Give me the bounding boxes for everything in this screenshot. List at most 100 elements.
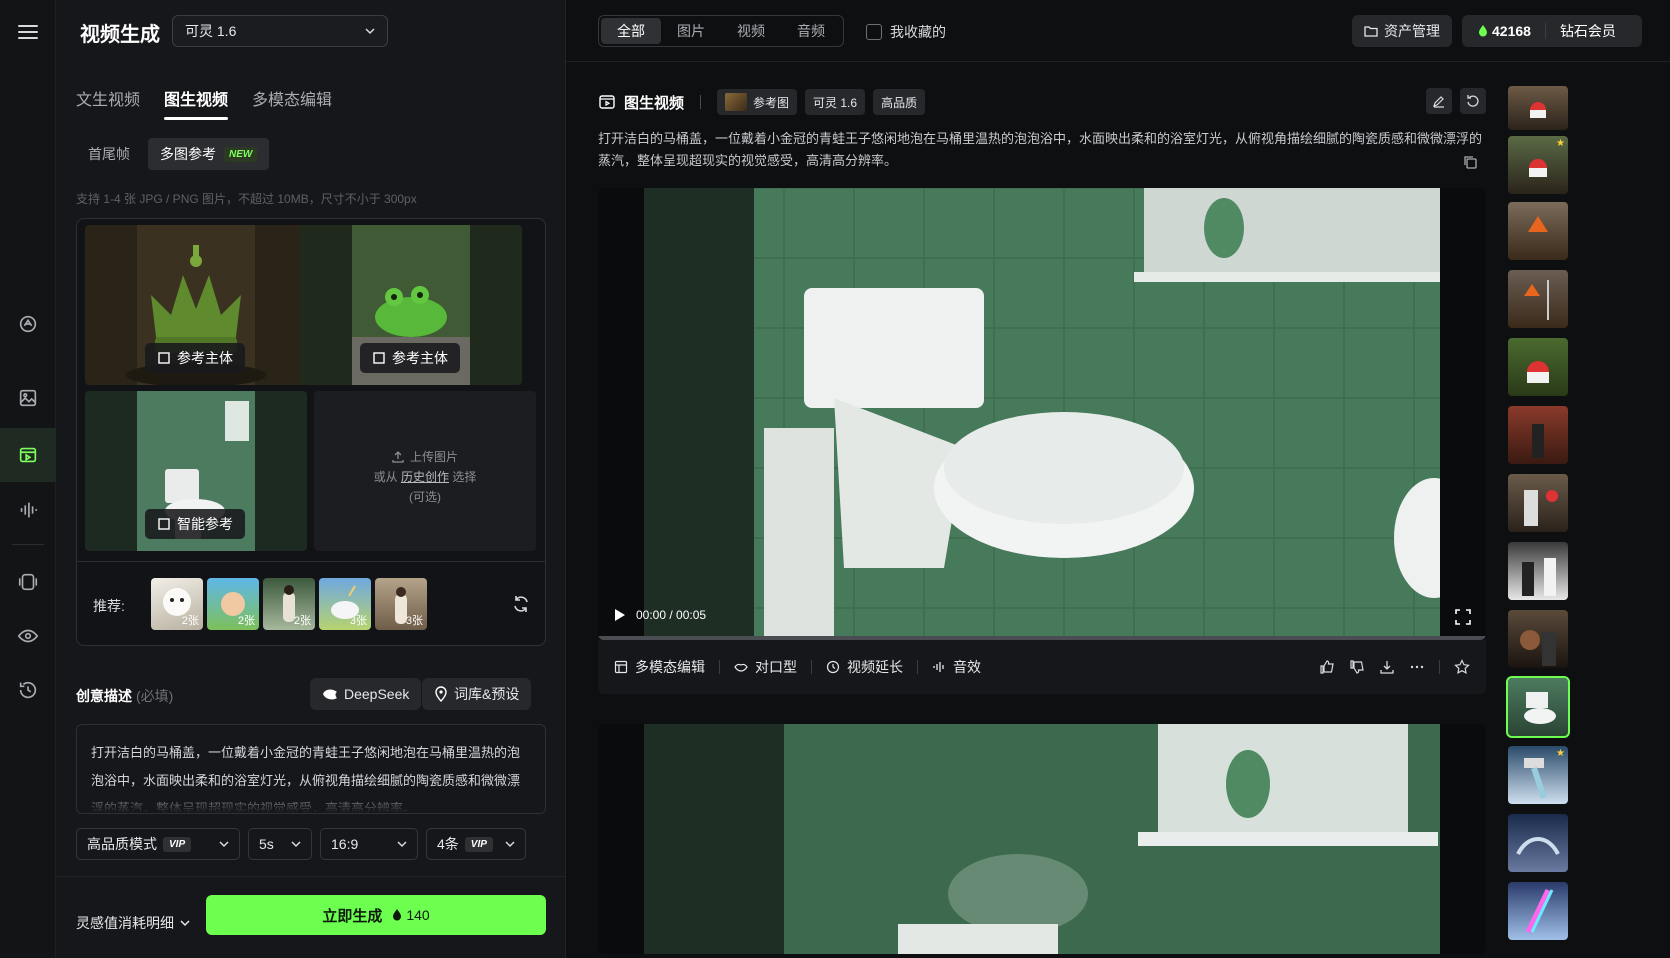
download-icon[interactable] [1379, 659, 1395, 675]
refresh-icon[interactable] [511, 594, 531, 614]
mode-tabs: 文生视频 图生视频 多模态编辑 [76, 86, 332, 120]
model-icon[interactable] [14, 568, 42, 596]
menu-icon[interactable] [16, 20, 40, 44]
star-icon[interactable] [1454, 659, 1470, 675]
reference-subject-tag[interactable]: 参考主体 [145, 343, 245, 373]
history-item[interactable] [1508, 610, 1568, 668]
audio-gen-icon[interactable] [14, 496, 42, 524]
filter-audio[interactable]: 音频 [781, 18, 841, 44]
history-item[interactable] [1508, 542, 1568, 600]
favorites-filter[interactable]: 我收藏的 [866, 22, 946, 42]
subtab-multi-image-ref[interactable]: 多图参考 NEW [148, 138, 270, 170]
sound-effect-button[interactable]: 音效 [932, 657, 981, 677]
play-icon[interactable] [612, 608, 626, 622]
subtab-first-last-frame[interactable]: 首尾帧 [76, 138, 142, 170]
chip-reference[interactable]: 参考图 [717, 89, 798, 115]
recommend-item[interactable]: 2张 [151, 578, 203, 630]
presets-button[interactable]: 词库&预设 [422, 678, 532, 710]
generate-label: 立即生成 [322, 907, 383, 925]
asset-management-button[interactable]: 资产管理 [1352, 15, 1452, 47]
history-creation-link[interactable]: 历史创作 [401, 470, 449, 484]
history-item[interactable] [1508, 338, 1568, 396]
generate-button[interactable]: 立即生成 140 [206, 895, 546, 935]
new-badge: NEW [224, 146, 258, 162]
reload-icon [1467, 95, 1479, 107]
quality-value: 高品质模式 [87, 836, 157, 852]
multimodal-edit-button[interactable]: 多模态编辑 [614, 657, 705, 677]
regenerate-button[interactable] [1460, 88, 1486, 114]
history-item[interactable] [1508, 270, 1568, 328]
history-item[interactable] [1508, 882, 1568, 940]
aspect-ratio-select[interactable]: 16:9 [320, 828, 418, 860]
upload-or-from: 或从 [373, 470, 398, 484]
copy-icon[interactable] [1462, 154, 1478, 170]
image-gen-icon[interactable] [14, 384, 42, 412]
description-textarea[interactable]: 打开洁白的马桶盖，一位戴着小金冠的青蛙王子悠闲地泡在马桶里温热的泡泡浴中，水面映… [76, 724, 546, 814]
membership-label[interactable]: 钻石会员 [1546, 21, 1630, 41]
recommend-row: 推荐: 2张 2张 2张 3张 3张 [77, 561, 545, 645]
upload-hint: 支持 1-4 张 JPG / PNG 图片，不超过 10MB，尺寸不小于 300… [76, 192, 417, 206]
reference-image-crown[interactable]: 参考主体 [85, 225, 307, 385]
deepseek-button[interactable]: DeepSeek [310, 678, 422, 710]
recommend-item[interactable]: 3张 [319, 578, 371, 630]
history-item[interactable]: ★ [1508, 746, 1568, 804]
history-item[interactable]: ★ [1508, 136, 1568, 194]
history-item[interactable] [1508, 474, 1568, 532]
favorites-checkbox[interactable] [866, 24, 882, 40]
work-header: 图生视频 参考图 可灵 1.6 高品质 [598, 88, 926, 116]
recommend-count: 2张 [237, 615, 255, 627]
fullscreen-icon[interactable] [1454, 608, 1472, 626]
count-select[interactable]: 4条 VIP [426, 828, 526, 860]
filter-all[interactable]: 全部 [601, 18, 661, 44]
reference-image-toilet[interactable]: 智能参考 [85, 391, 307, 551]
video-player[interactable]: 00:00 / 00:05 [598, 188, 1486, 640]
generate-cost: 140 [406, 907, 430, 923]
video-toolbar: 多模态编辑 对口型 视频延长 音效 [598, 640, 1486, 694]
cost-detail-toggle[interactable]: 灵感值消耗明细 [76, 913, 190, 933]
recommend-item[interactable]: 3张 [375, 578, 427, 630]
history-item[interactable] [1508, 406, 1568, 464]
history-item[interactable] [1508, 814, 1568, 872]
filter-video[interactable]: 视频 [721, 18, 781, 44]
more-icon[interactable] [1409, 659, 1425, 675]
whale-icon [323, 689, 337, 700]
duration-select[interactable]: 5s [248, 828, 312, 860]
upload-icon [392, 451, 404, 463]
app-root: 视频生成 可灵 1.6 文生视频 图生视频 多模态编辑 首尾帧 多图参考 NEW… [0, 0, 1670, 958]
eye-icon[interactable] [14, 622, 42, 650]
thumbs-up-icon[interactable] [1319, 659, 1335, 675]
upload-content: 上传图片 或从 历史创作 选择 (可选) [314, 447, 536, 507]
reference-subject-tag[interactable]: 参考主体 [360, 343, 460, 373]
history-icon[interactable] [14, 676, 42, 704]
lip-sync-button[interactable]: 对口型 [734, 657, 797, 677]
model-select[interactable]: 可灵 1.6 [172, 15, 388, 47]
description-heading: 创意描述 (必填) [76, 686, 173, 706]
history-item-selected[interactable] [1506, 676, 1570, 738]
video-extend-button[interactable]: 视频延长 [826, 657, 903, 677]
recommend-count: 3张 [405, 615, 423, 627]
video-player-2[interactable] [598, 724, 1486, 954]
reference-image-frog[interactable]: 参考主体 [300, 225, 522, 385]
edit-button[interactable] [1426, 88, 1452, 114]
upload-slot[interactable]: 上传图片 或从 历史创作 选择 (可选) [314, 391, 536, 551]
generation-options: 高品质模式 VIP 5s 16:9 4条 VIP [76, 828, 526, 860]
points-membership[interactable]: 42168 钻石会员 [1462, 15, 1642, 47]
upload-select: 选择 [452, 470, 477, 484]
recommend-item[interactable]: 2张 [263, 578, 315, 630]
filter-image[interactable]: 图片 [661, 18, 721, 44]
video-gen-icon[interactable] [0, 428, 56, 482]
image-edit-icon[interactable] [14, 310, 42, 338]
history-item[interactable] [1508, 86, 1568, 130]
quality-mode-select[interactable]: 高品质模式 VIP [76, 828, 240, 860]
results-topbar: 全部 图片 视频 音频 我收藏的 资产管理 42168 钻石会员 [566, 0, 1670, 62]
recommend-item[interactable]: 2张 [207, 578, 259, 630]
tab-image-to-video[interactable]: 图生视频 [164, 86, 229, 120]
tab-multimodal-edit[interactable]: 多模态编辑 [252, 86, 332, 120]
thumbs-down-icon[interactable] [1349, 659, 1365, 675]
video-frame-2 [644, 724, 1440, 954]
history-item[interactable] [1508, 202, 1568, 260]
smart-reference-tag[interactable]: 智能参考 [145, 509, 245, 539]
tab-text-to-video[interactable]: 文生视频 [76, 86, 140, 120]
subtab-label: 多图参考 [160, 146, 216, 162]
chevron-down-icon [180, 920, 190, 927]
